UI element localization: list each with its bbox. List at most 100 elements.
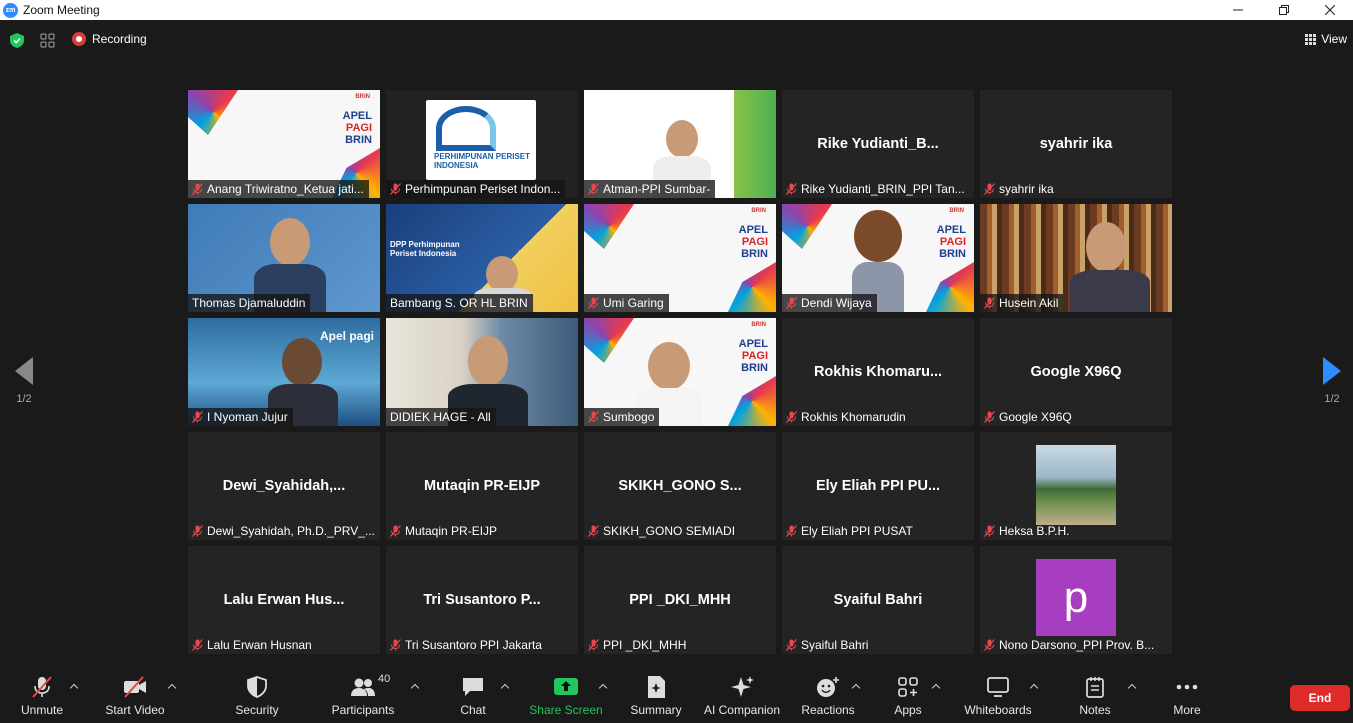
participant-tile[interactable]: DIDIEK HAGE - All <box>386 318 578 426</box>
participants-label: Participants <box>331 703 395 717</box>
muted-mic-icon <box>984 411 995 423</box>
share-chevron-icon[interactable] <box>598 683 608 693</box>
participant-nametag: I Nyoman Jujur <box>188 408 293 426</box>
video-options-chevron-icon[interactable] <box>167 683 177 693</box>
video-off-icon <box>122 675 148 699</box>
apps-icon <box>895 675 921 699</box>
participant-name: syahrir ika <box>999 182 1054 196</box>
muted-mic-icon <box>984 639 995 651</box>
participants-button[interactable]: 40 Participants <box>318 673 408 717</box>
microphone-muted-icon <box>29 675 55 699</box>
arrow-right-icon[interactable] <box>1323 357 1341 385</box>
participant-tile[interactable]: Heksa B.P.H. <box>980 432 1172 540</box>
participant-tile[interactable]: p Nono Darsono_PPI Prov. B... <box>980 546 1172 654</box>
video-gallery: BRIN APEL PAGI BRIN Anang Triwiratno_Ketua j… <box>188 90 1172 654</box>
participant-tile[interactable]: Ely Eliah PPI PU... Ely Eliah PPI PUSAT <box>782 432 974 540</box>
close-button[interactable] <box>1307 0 1353 20</box>
apps-button[interactable]: Apps <box>863 675 953 717</box>
participant-tile[interactable]: Lalu Erwan Hus... Lalu Erwan Husnan <box>188 546 380 654</box>
participants-count: 40 <box>378 673 391 685</box>
notes-label: Notes <box>1079 703 1111 717</box>
apps-label: Apps <box>894 703 922 717</box>
reactions-smiley-icon <box>815 675 841 699</box>
participant-tile[interactable]: PERHIMPUNAN PERISET INDONESIA Perhimpunan… <box>386 90 578 198</box>
participant-nametag: Tri Susantoro PPI Jakarta <box>386 636 547 654</box>
participant-nametag: Umi Garing <box>584 294 669 312</box>
participant-tile[interactable]: SKIKH_GONO S... SKIKH_GONO SEMIADI <box>584 432 776 540</box>
audio-options-chevron-icon[interactable] <box>69 683 79 693</box>
chat-bubble-icon <box>460 675 486 699</box>
participant-nametag: SKIKH_GONO SEMIADI <box>584 522 740 540</box>
security-shield-toolbar-icon <box>244 675 270 699</box>
brin-logo: BRIN <box>751 208 766 214</box>
muted-mic-icon <box>588 639 599 651</box>
whiteboards-button[interactable]: Whiteboards <box>953 675 1043 717</box>
participant-tile[interactable]: BRIN APEL PAGI BRIN Anang Triwiratno_Ketua j… <box>188 90 380 198</box>
participant-tile[interactable]: Dewi_Syahidah,... Dewi_Syahidah, Ph.D._PR… <box>188 432 380 540</box>
participant-nametag: Nono Darsono_PPI Prov. B... <box>980 636 1159 654</box>
start-video-button[interactable]: Start Video <box>90 675 180 717</box>
restore-button[interactable] <box>1261 0 1307 20</box>
chat-button[interactable]: Chat <box>428 675 518 717</box>
more-button[interactable]: More <box>1142 675 1232 717</box>
muted-mic-icon <box>984 297 995 309</box>
participant-nametag: Husein Akil <box>980 294 1064 312</box>
notes-chevron-icon[interactable] <box>1127 683 1137 693</box>
participant-nametag: Mutaqin PR-EIJP <box>386 522 502 540</box>
arrow-left-icon[interactable] <box>15 357 33 385</box>
unmute-button[interactable]: Unmute <box>0 675 87 717</box>
apps-chevron-icon[interactable] <box>931 683 941 693</box>
meeting-info-grid-icon[interactable] <box>40 33 55 48</box>
participant-tile[interactable]: Rike Yudianti_B... Rike Yudianti_BRIN_PPI… <box>782 90 974 198</box>
whiteboards-label: Whiteboards <box>964 703 1032 717</box>
participant-tile[interactable]: Husein Akil <box>980 204 1172 312</box>
participant-tile[interactable]: BRIN APEL PAGI BRIN Dendi Wijaya <box>782 204 974 312</box>
participant-tile[interactable]: Syaiful Bahri Syaiful Bahri <box>782 546 974 654</box>
participant-name: Ely Eliah PPI PUSAT <box>801 524 913 538</box>
security-button[interactable]: Security <box>212 675 302 717</box>
ai-companion-button[interactable]: AI Companion <box>697 675 787 717</box>
participant-nametag: Rokhis Khomarudin <box>782 408 911 426</box>
end-meeting-button[interactable]: End <box>1290 685 1350 711</box>
participant-nametag: Sumbogo <box>584 408 660 426</box>
reactions-button[interactable]: Reactions <box>783 675 873 717</box>
participant-name: DIDIEK HAGE - All <box>390 410 491 424</box>
participants-chevron-icon[interactable] <box>410 683 420 693</box>
participant-tile[interactable]: BRIN APEL PAGI BRIN Sumbogo <box>584 318 776 426</box>
participant-tile[interactable]: Apel pagi I Nyoman Jujur <box>188 318 380 426</box>
participant-tile[interactable]: DPP Perhimpunan Periset Indonesia Bambang… <box>386 204 578 312</box>
participant-nametag: PPI _DKI_MHH <box>584 636 691 654</box>
participant-tile[interactable]: PPI _DKI_MHH PPI _DKI_MHH <box>584 546 776 654</box>
muted-mic-icon <box>588 297 599 309</box>
muted-mic-icon <box>984 525 995 537</box>
reactions-chevron-icon[interactable] <box>851 683 861 693</box>
participant-tile[interactable]: BRIN APEL PAGI BRIN Umi Garing <box>584 204 776 312</box>
notes-button[interactable]: Notes <box>1050 675 1140 717</box>
chat-chevron-icon[interactable] <box>500 683 510 693</box>
participant-tile[interactable]: Atman-PPI Sumbar- <box>584 90 776 198</box>
minimize-button[interactable] <box>1215 0 1261 20</box>
participant-name: SKIKH_GONO SEMIADI <box>603 524 736 538</box>
recording-indicator[interactable]: Recording <box>72 32 147 46</box>
participant-tile[interactable]: Thomas Djamaluddin <box>188 204 380 312</box>
participant-tile[interactable]: Google X96Q Google X96Q <box>980 318 1172 426</box>
whiteboards-chevron-icon[interactable] <box>1029 683 1039 693</box>
participant-tile[interactable]: Mutaqin PR-EIJP Mutaqin PR-EIJP <box>386 432 578 540</box>
security-shield-icon[interactable] <box>10 33 24 48</box>
view-button[interactable]: View <box>1305 32 1347 46</box>
participant-tile[interactable]: syahrir ika syahrir ika <box>980 90 1172 198</box>
participant-name: Nono Darsono_PPI Prov. B... <box>999 638 1155 652</box>
summary-button[interactable]: Summary <box>611 675 701 717</box>
avatar: p <box>1036 559 1116 636</box>
participant-name: Bambang S. OR HL BRIN <box>390 296 528 310</box>
minimize-icon <box>1233 9 1243 11</box>
muted-mic-icon <box>588 411 599 423</box>
next-page[interactable]: 1/2 <box>1323 357 1341 405</box>
previous-page[interactable]: 1/2 <box>15 357 33 405</box>
muted-mic-icon <box>786 639 797 651</box>
share-screen-button[interactable]: Share Screen <box>521 675 611 717</box>
participant-tile[interactable]: Tri Susantoro P... Tri Susantoro PPI Jaka… <box>386 546 578 654</box>
view-grid-icon <box>1305 33 1317 45</box>
participant-tile[interactable]: Rokhis Khomaru... Rokhis Khomarudin <box>782 318 974 426</box>
muted-mic-icon <box>390 183 401 195</box>
